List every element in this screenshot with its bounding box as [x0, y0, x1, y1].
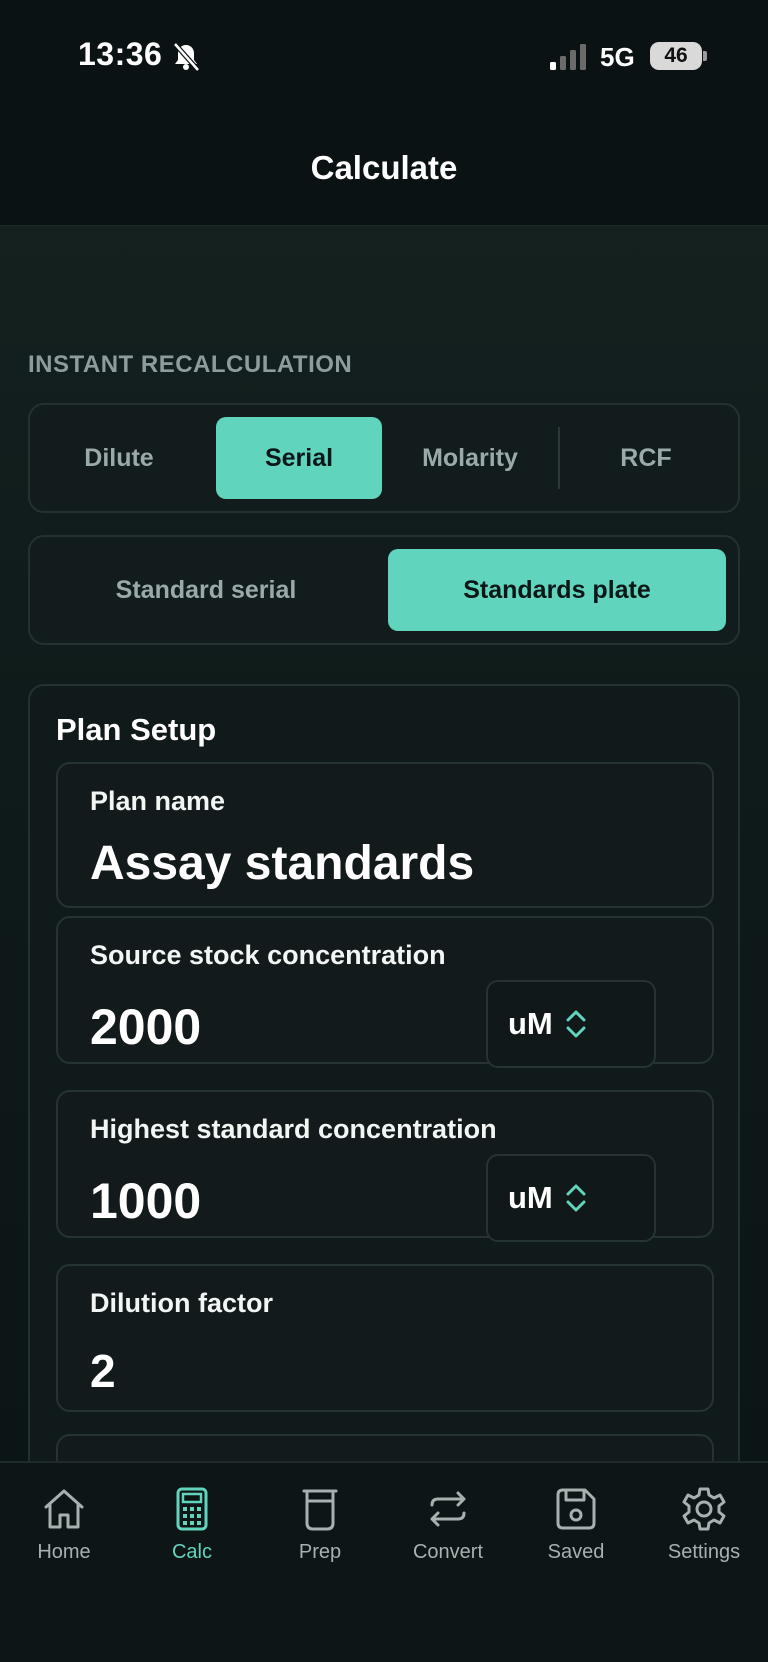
bell-muted-icon [173, 42, 200, 72]
serial-type-segmented-control: Standard serial Standards plate [28, 535, 740, 645]
segment-divider [558, 427, 560, 489]
network-type: 5G [600, 42, 635, 72]
next-field[interactable] [56, 1434, 714, 1461]
battery-level: 46 [664, 44, 688, 67]
dilution-factor-input[interactable]: 2 [90, 1344, 116, 1398]
signal-icon [550, 44, 586, 70]
tab-dilute[interactable]: Dilute [42, 417, 196, 499]
highest-concentration-field: Highest standard concentration 1000 uM [56, 1090, 714, 1242]
chevron-up-down-icon [566, 1010, 586, 1038]
home-icon [44, 1489, 84, 1529]
status-time: 13:36 [78, 36, 163, 72]
highest-unit-select[interactable]: uM [486, 1154, 656, 1242]
tab-prep[interactable]: Prep [260, 1485, 380, 1564]
battery-icon: 46 [650, 42, 702, 70]
unit-label: uM [508, 1180, 553, 1215]
source-unit-select[interactable]: uM [486, 980, 656, 1068]
tab-serial[interactable]: Serial [216, 417, 382, 499]
source-concentration-input[interactable]: 2000 [90, 998, 201, 1056]
convert-arrows-icon [430, 1491, 466, 1527]
scroll-content[interactable]: INSTANT RECALCULATION Dilute Serial Mola… [0, 225, 768, 1461]
save-icon [556, 1488, 596, 1530]
tab-label: Settings [667, 1541, 741, 1563]
field-label: Source stock concentration [90, 940, 446, 970]
highest-concentration-input[interactable]: 1000 [90, 1172, 201, 1230]
source-concentration-field: Source stock concentration 2000 uM [56, 916, 714, 1068]
field-label: Highest standard concentration [90, 1114, 497, 1144]
tab-standard-serial[interactable]: Standard serial [42, 549, 370, 631]
card-title: Plan Setup [56, 712, 217, 747]
tab-calc[interactable]: Calc [132, 1485, 252, 1564]
unit-label: uM [508, 1006, 553, 1041]
field-label: Dilution factor [90, 1288, 273, 1318]
calculator-icon [176, 1487, 208, 1531]
status-bar: 13:36 5G 46 [0, 0, 768, 110]
gear-icon [682, 1487, 726, 1531]
bottom-tab-bar: Home Calc Prep Convert Saved Settings [0, 1461, 768, 1662]
nav-header: Calculate [0, 110, 768, 225]
chevron-up-down-icon [566, 1184, 586, 1212]
tab-home[interactable]: Home [4, 1485, 124, 1564]
beaker-icon [302, 1489, 338, 1531]
tab-molarity[interactable]: Molarity [390, 417, 550, 499]
tab-label: Home [37, 1541, 91, 1563]
tab-saved[interactable]: Saved [516, 1485, 636, 1564]
plan-name-field[interactable]: Plan name Assay standards [56, 762, 714, 908]
field-label: Plan name [90, 786, 226, 816]
dilution-factor-field: Dilution factor 2 [56, 1264, 714, 1412]
mode-segmented-control: Dilute Serial Molarity RCF [28, 403, 740, 513]
tab-convert[interactable]: Convert [388, 1485, 508, 1564]
tab-rcf[interactable]: RCF [566, 417, 726, 499]
tab-settings[interactable]: Settings [644, 1485, 764, 1564]
tab-label: Calc [171, 1541, 212, 1563]
section-label: INSTANT RECALCULATION [28, 351, 353, 378]
plan-name-input[interactable]: Assay standards [90, 836, 474, 891]
page-title: Calculate [310, 148, 458, 186]
plan-setup-card: Plan Setup Plan name Assay standards Sou… [28, 684, 740, 1461]
tab-label: Convert [412, 1541, 484, 1563]
tab-label: Prep [298, 1541, 342, 1563]
battery-cap [703, 51, 707, 61]
tab-label: Saved [547, 1541, 605, 1563]
tab-standards-plate[interactable]: Standards plate [388, 549, 726, 631]
